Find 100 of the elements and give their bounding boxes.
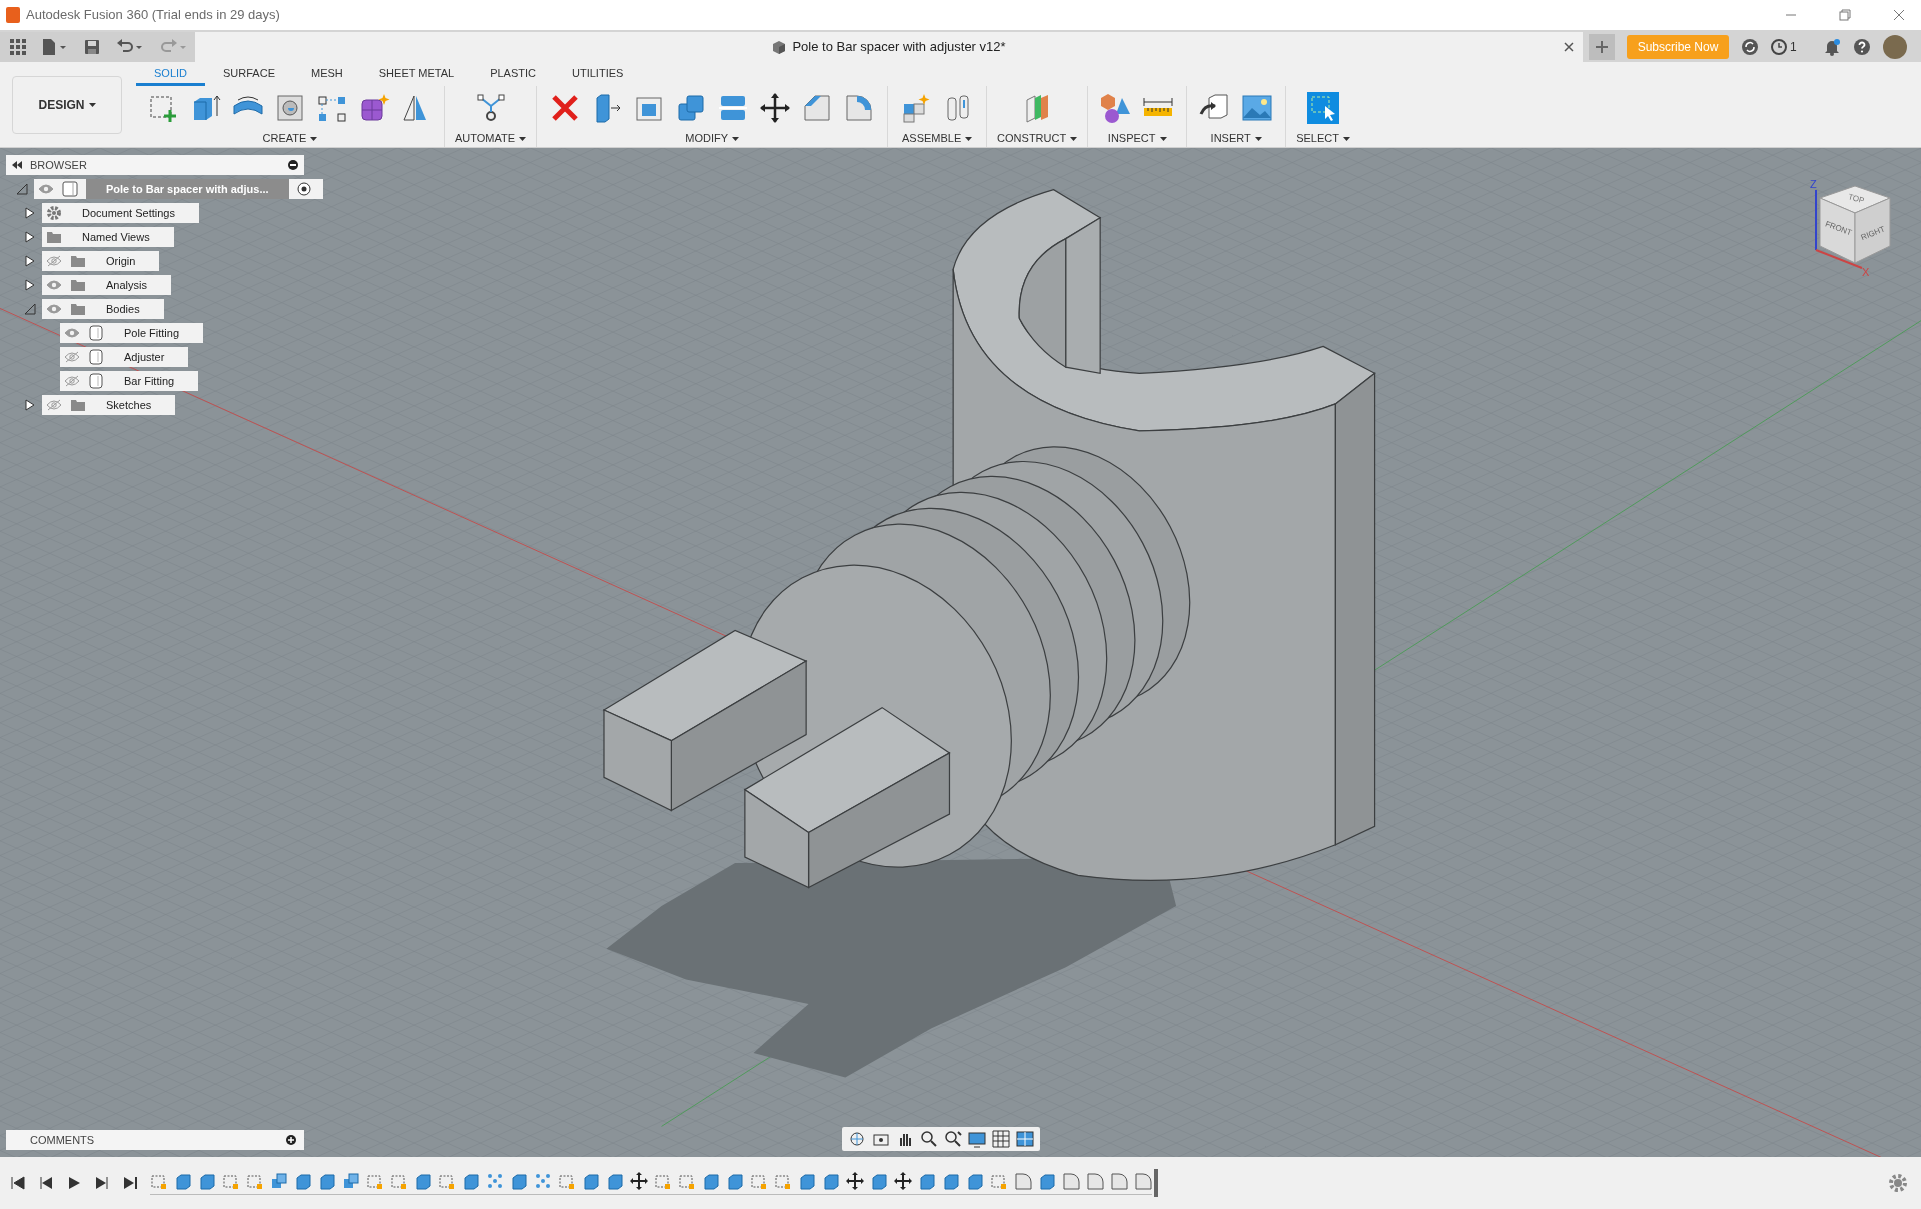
solid-feature-icon[interactable] (294, 1171, 312, 1190)
caret-icon (1070, 137, 1078, 142)
hidden-eye-icon[interactable] (64, 351, 80, 363)
restore-icon[interactable] (1839, 9, 1851, 21)
next-frame-icon[interactable] (94, 1175, 110, 1191)
solid-feature-icon[interactable] (1038, 1171, 1056, 1190)
caret-icon (1159, 137, 1167, 142)
collapsed-triangle-icon[interactable] (24, 231, 36, 243)
solid-feature-icon[interactable] (942, 1171, 960, 1190)
solid-feature-icon[interactable] (462, 1171, 480, 1190)
eye-icon[interactable] (38, 183, 54, 195)
new-tab-button[interactable] (1589, 34, 1615, 60)
workspace-dropdown[interactable]: DESIGN (12, 75, 122, 134)
avatar[interactable] (1882, 35, 1907, 59)
collapse-panel-icon[interactable] (12, 161, 22, 169)
move-feature-icon[interactable] (894, 1171, 912, 1190)
solid-feature-icon[interactable] (798, 1171, 816, 1190)
toolbar-group-menu[interactable]: INSPECT (1107, 130, 1167, 147)
solid-feature-icon[interactable] (582, 1171, 600, 1190)
eye-icon[interactable] (46, 279, 62, 291)
view-cube[interactable] (1819, 185, 1891, 264)
combine-feature-icon[interactable] (342, 1171, 360, 1190)
move-feature-icon[interactable] (846, 1171, 864, 1190)
close-icon[interactable] (1563, 41, 1575, 53)
solid-feature-icon[interactable] (414, 1171, 432, 1190)
toolbar-tab[interactable]: SURFACE (205, 64, 293, 86)
settings-icon[interactable] (1889, 1174, 1907, 1192)
solid-feature-icon[interactable] (198, 1171, 216, 1190)
solid-feature-icon[interactable] (318, 1171, 336, 1190)
toolbar-tab[interactable]: SHEET METAL (360, 64, 473, 86)
toolbar-group-menu[interactable]: AUTOMATE (455, 130, 527, 147)
play-icon[interactable] (66, 1175, 82, 1191)
save-icon[interactable] (84, 39, 100, 55)
toolbar-group-menu[interactable]: MODIFY (685, 130, 739, 147)
toolbar-tab[interactable]: UTILITIES (554, 64, 642, 86)
3d-model-drawing[interactable] (0, 148, 1921, 1157)
toolbar-group-menu[interactable]: INSERT (1210, 130, 1262, 147)
apps-grid-icon[interactable] (10, 39, 26, 55)
solid-feature-icon[interactable] (822, 1171, 840, 1190)
display-icon[interactable] (968, 1130, 986, 1148)
expanded-triangle-icon[interactable] (24, 303, 36, 315)
fillet-feature-icon[interactable] (1086, 1171, 1104, 1190)
component-icon (62, 181, 78, 197)
caret-icon (519, 137, 527, 142)
caret-icon (1254, 137, 1262, 142)
solid-feature-icon[interactable] (918, 1171, 936, 1190)
toolbar-group-menu[interactable]: CONSTRUCT (997, 130, 1078, 147)
refresh-icon[interactable] (1741, 38, 1759, 56)
undo-icon[interactable] (116, 39, 144, 55)
toolbar-tab[interactable]: SOLID (136, 64, 205, 86)
viewports-icon[interactable] (1016, 1130, 1034, 1148)
solid-feature-icon[interactable] (966, 1171, 984, 1190)
toolbar-group-menu[interactable]: CREATE (262, 130, 318, 147)
toolbar-tab[interactable]: PLASTIC (472, 64, 554, 86)
solid-feature-icon[interactable] (606, 1171, 624, 1190)
toolbar-group-menu[interactable]: SELECT (1296, 130, 1350, 147)
solid-feature-icon[interactable] (870, 1171, 888, 1190)
solid-feature-icon[interactable] (174, 1171, 192, 1190)
timeline-marker[interactable] (1154, 1169, 1158, 1197)
grid-icon[interactable] (992, 1130, 1010, 1148)
eye-icon[interactable] (64, 327, 80, 339)
move-feature-icon[interactable] (630, 1171, 648, 1190)
solid-feature-icon[interactable] (510, 1171, 528, 1190)
clock-icon[interactable] (1771, 39, 1787, 55)
select-icon[interactable] (1305, 90, 1342, 126)
folder-icon (70, 253, 86, 269)
hidden-eye-icon[interactable] (46, 255, 62, 267)
orbit-icon[interactable] (848, 1130, 866, 1148)
activate-radio-icon[interactable] (296, 182, 311, 196)
fillet-feature-icon[interactable] (1062, 1171, 1080, 1190)
fit-zoom-icon[interactable] (944, 1130, 962, 1148)
first-frame-icon[interactable] (10, 1175, 26, 1191)
zoom-icon[interactable] (920, 1130, 938, 1148)
solid-feature-icon[interactable] (702, 1171, 720, 1190)
toolbar-tab[interactable]: MESH (293, 64, 361, 86)
file-icon[interactable] (42, 39, 68, 55)
expanded-triangle-icon[interactable] (16, 183, 28, 195)
minus-circle-icon[interactable] (288, 160, 298, 170)
x-axis-line (1815, 249, 1863, 269)
document-tab[interactable]: Pole to Bar spacer with adjuster v12* (195, 32, 1583, 62)
eye-icon[interactable] (46, 303, 62, 315)
collapsed-triangle-icon[interactable] (24, 207, 36, 219)
help-icon[interactable] (1852, 38, 1871, 56)
hidden-eye-icon[interactable] (64, 375, 80, 387)
pattern-feature-icon[interactable] (486, 1171, 504, 1190)
toolbar-group-menu[interactable]: ASSEMBLE (901, 130, 973, 147)
fillet-feature-icon[interactable] (1110, 1171, 1128, 1190)
solid-feature-icon[interactable] (726, 1171, 744, 1190)
pattern-feature-icon[interactable] (534, 1171, 552, 1190)
close-icon[interactable] (1893, 9, 1905, 21)
collapsed-triangle-icon[interactable] (24, 399, 36, 411)
fillet-feature-icon[interactable] (1134, 1171, 1152, 1190)
fillet-feature-icon[interactable] (1014, 1171, 1032, 1190)
collapsed-triangle-icon[interactable] (24, 279, 36, 291)
last-frame-icon[interactable] (122, 1175, 138, 1191)
previous-frame-icon[interactable] (38, 1175, 54, 1191)
hidden-eye-icon[interactable] (46, 399, 62, 411)
combine-feature-icon[interactable] (270, 1171, 288, 1190)
plus-circle-icon[interactable] (286, 1135, 296, 1145)
collapsed-triangle-icon[interactable] (24, 255, 36, 267)
